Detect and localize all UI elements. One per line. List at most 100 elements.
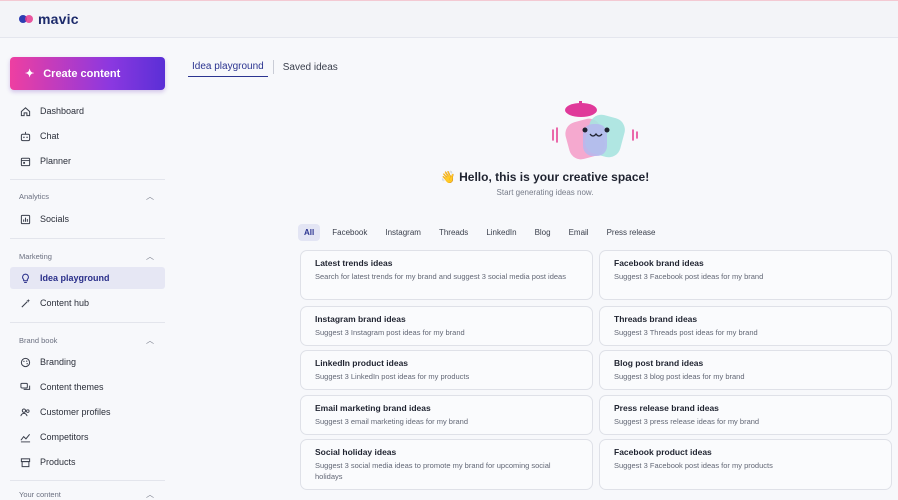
idea-card[interactable]: Latest trends ideas Search for latest tr… bbox=[300, 250, 593, 300]
idea-card[interactable]: Social holiday ideas Suggest 3 social me… bbox=[300, 439, 593, 490]
sidebar-item-branding[interactable]: Branding bbox=[10, 351, 165, 373]
section-title: Analytics bbox=[19, 192, 50, 201]
filter-blog[interactable]: Blog bbox=[529, 224, 557, 241]
card-description: Search for latest trends for my brand an… bbox=[315, 272, 566, 281]
card-description: Suggest 3 press release ideas for my bra… bbox=[614, 417, 760, 426]
chevron-up-icon: ︿ bbox=[146, 252, 154, 261]
sidebar-item-socials[interactable]: Socials bbox=[10, 208, 165, 230]
sidebar-item-label: Content themes bbox=[40, 382, 104, 392]
sidebar-item-label: Content hub bbox=[40, 298, 90, 308]
sidebar-item-label: Planner bbox=[40, 156, 72, 166]
tab-saved-ideas[interactable]: Saved ideas bbox=[279, 57, 342, 77]
sidebar-item-label: Competitors bbox=[40, 432, 89, 442]
sidebar-item-content-hub[interactable]: Content hub bbox=[10, 292, 165, 314]
filter-chips: All Facebook Instagram Threads LinkedIn … bbox=[298, 224, 662, 241]
calendar-icon bbox=[19, 155, 31, 167]
sidebar-item-competitors[interactable]: Competitors bbox=[10, 426, 165, 448]
idea-card[interactable]: Facebook brand ideas Suggest 3 Facebook … bbox=[599, 250, 892, 300]
card-description: Suggest 3 Instagram post ideas for my br… bbox=[315, 328, 465, 337]
card-title: Email marketing brand ideas bbox=[315, 403, 431, 413]
card-title: Press release brand ideas bbox=[614, 403, 719, 413]
card-title: Instagram brand ideas bbox=[315, 314, 406, 324]
idea-card[interactable]: Press release brand ideas Suggest 3 pres… bbox=[599, 395, 892, 435]
card-title: Blog post brand ideas bbox=[614, 358, 704, 368]
tab-idea-playground[interactable]: Idea playground bbox=[188, 57, 268, 77]
sidebar-item-idea-playground[interactable]: Idea playground bbox=[10, 267, 165, 289]
create-content-button[interactable]: ✦ Create content bbox=[10, 57, 165, 90]
card-title: Latest trends ideas bbox=[315, 258, 393, 268]
sidebar-item-label: Customer profiles bbox=[40, 407, 111, 417]
sidebar-item-content-themes[interactable]: Content themes bbox=[10, 376, 165, 398]
section-analytics[interactable]: Analytics ︿ bbox=[19, 191, 154, 202]
divider bbox=[10, 480, 165, 481]
magic-wand-icon: ✦ bbox=[25, 68, 35, 80]
card-description: Suggest 3 blog post ideas for my brand bbox=[614, 372, 745, 381]
filter-instagram[interactable]: Instagram bbox=[379, 224, 427, 241]
section-title: Your content bbox=[19, 490, 61, 499]
lightbulb-icon bbox=[19, 272, 31, 284]
section-brand-book[interactable]: Brand book ︿ bbox=[19, 335, 154, 346]
card-title: Social holiday ideas bbox=[315, 447, 397, 457]
chevron-up-icon: ︿ bbox=[146, 192, 154, 201]
section-your-content[interactable]: Your content ︿ bbox=[19, 489, 154, 500]
mascot-illustration bbox=[545, 100, 645, 167]
magic-wand-icon bbox=[19, 297, 31, 309]
hero-subtitle: Start generating ideas now. bbox=[496, 188, 594, 197]
chevron-up-icon: ︿ bbox=[146, 490, 154, 499]
users-icon bbox=[19, 406, 31, 418]
divider bbox=[10, 322, 165, 323]
chevron-up-icon: ︿ bbox=[146, 336, 154, 345]
sidebar-item-label: Dashboard bbox=[40, 106, 85, 116]
section-title: Marketing bbox=[19, 252, 52, 261]
idea-card[interactable]: Facebook product ideas Suggest 3 Faceboo… bbox=[599, 439, 892, 490]
create-content-label: Create content bbox=[43, 67, 121, 80]
logo-icon bbox=[19, 15, 33, 23]
app-name: mavic bbox=[38, 11, 79, 27]
card-description: Suggest 3 social media ideas to promote … bbox=[315, 461, 551, 481]
sidebar-item-label: Chat bbox=[40, 131, 60, 141]
tab-separator bbox=[272, 60, 274, 74]
robot-icon bbox=[19, 130, 31, 142]
mavic-logo[interactable]: mavic bbox=[18, 11, 79, 27]
sidebar-item-dashboard[interactable]: Dashboard bbox=[10, 100, 165, 122]
idea-card[interactable]: LinkedIn product ideas Suggest 3 LinkedI… bbox=[300, 350, 593, 390]
section-title: Brand book bbox=[19, 336, 58, 345]
sidebar-item-products[interactable]: Products bbox=[10, 451, 165, 473]
idea-card[interactable]: Threads brand ideas Suggest 3 Threads po… bbox=[599, 306, 892, 346]
filter-facebook[interactable]: Facebook bbox=[326, 224, 373, 241]
card-description: Suggest 3 Threads post ideas for my bran… bbox=[614, 328, 758, 337]
card-description: Suggest 3 email marketing ideas for my b… bbox=[315, 417, 468, 426]
hero-heading: 👋 Hello, this is your creative space! bbox=[340, 170, 750, 184]
divider bbox=[10, 179, 165, 180]
filter-email[interactable]: Email bbox=[563, 224, 595, 241]
card-description: Suggest 3 LinkedIn post ideas for my pro… bbox=[315, 372, 470, 381]
card-title: Facebook brand ideas bbox=[614, 258, 704, 268]
card-title: Threads brand ideas bbox=[614, 314, 698, 324]
idea-card[interactable]: Blog post brand ideas Suggest 3 blog pos… bbox=[599, 350, 892, 390]
filter-linkedin[interactable]: LinkedIn bbox=[480, 224, 522, 241]
chat-bubbles-icon bbox=[19, 381, 31, 393]
palette-icon bbox=[19, 356, 31, 368]
filter-press-release[interactable]: Press release bbox=[601, 224, 662, 241]
card-description: Suggest 3 Facebook post ideas for my pro… bbox=[614, 461, 773, 470]
sidebar-item-label: Socials bbox=[40, 214, 70, 224]
filter-all[interactable]: All bbox=[298, 224, 321, 241]
card-title: LinkedIn product ideas bbox=[315, 358, 409, 368]
sidebar: ✦ Create content Dashboard Chat Planner … bbox=[0, 38, 176, 500]
sidebar-item-customer-profiles[interactable]: Customer profiles bbox=[10, 401, 165, 423]
page-tabs: Idea playground Saved ideas bbox=[188, 56, 342, 78]
sidebar-item-label: Idea playground bbox=[40, 273, 110, 283]
filter-threads[interactable]: Threads bbox=[433, 224, 474, 241]
sidebar-item-chat[interactable]: Chat bbox=[10, 125, 165, 147]
waving-hand-icon: 👋 bbox=[440, 170, 456, 184]
idea-card[interactable]: Instagram brand ideas Suggest 3 Instagra… bbox=[300, 306, 593, 346]
store-icon bbox=[19, 456, 31, 468]
chart-icon bbox=[19, 213, 31, 225]
trend-chart-icon bbox=[19, 431, 31, 443]
sidebar-item-planner[interactable]: Planner bbox=[10, 150, 165, 172]
card-description: Suggest 3 Facebook post ideas for my bra… bbox=[614, 272, 764, 281]
idea-card[interactable]: Email marketing brand ideas Suggest 3 em… bbox=[300, 395, 593, 435]
hero-title: Hello, this is your creative space! bbox=[459, 170, 650, 184]
section-marketing[interactable]: Marketing ︿ bbox=[19, 251, 154, 262]
sidebar-item-label: Products bbox=[40, 457, 76, 467]
